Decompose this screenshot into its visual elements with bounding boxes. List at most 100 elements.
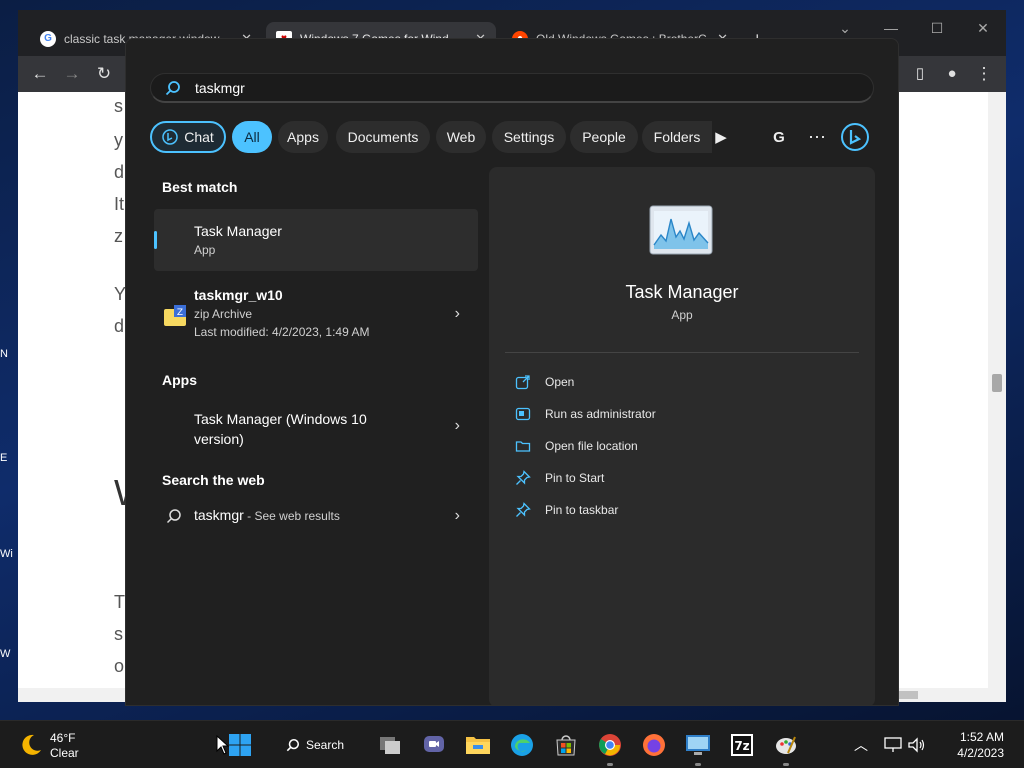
- filter-settings[interactable]: Settings: [492, 121, 566, 153]
- pin-icon: [516, 502, 531, 517]
- network-icon[interactable]: [884, 737, 902, 753]
- filter-documents[interactable]: Documents: [336, 121, 430, 153]
- action-pin-to-start[interactable]: Pin to Start: [515, 467, 604, 489]
- volume-icon[interactable]: [908, 737, 926, 753]
- clock-time[interactable]: 1:52 AM: [960, 730, 1004, 744]
- file-explorer-button[interactable]: [462, 729, 494, 761]
- page-text: d: [114, 316, 125, 336]
- firefox-button[interactable]: [638, 729, 670, 761]
- control-panel-button[interactable]: [682, 729, 714, 766]
- back-icon[interactable]: ←: [28, 62, 52, 86]
- chevron-right-icon[interactable]: ›: [455, 417, 460, 435]
- chrome-button[interactable]: [594, 729, 626, 766]
- edge-icon: [511, 734, 533, 756]
- edge-button[interactable]: [506, 729, 538, 761]
- result-type: zip Archive: [194, 307, 253, 321]
- store-button[interactable]: [550, 729, 582, 761]
- action-pin-to-taskbar[interactable]: Pin to taskbar: [515, 499, 618, 521]
- clock-date[interactable]: 4/2/2023: [957, 746, 1004, 760]
- search-icon: [166, 509, 181, 524]
- action-open[interactable]: Open: [515, 371, 574, 393]
- weather-temp: 46°F: [50, 731, 76, 745]
- search-filters: Chat All Apps Documents Web Settings Peo…: [150, 121, 880, 153]
- search-icon: [286, 738, 300, 752]
- search-web-heading: Search the web: [162, 472, 265, 488]
- chevron-right-icon[interactable]: ›: [455, 507, 460, 525]
- task-manager-app-icon: [649, 205, 713, 255]
- show-hidden-icons-chevron-up-icon[interactable]: ︿: [854, 735, 868, 755]
- folder-icon: [515, 441, 531, 452]
- action-open-file-location[interactable]: Open file location: [515, 435, 638, 457]
- filter-chat[interactable]: Chat: [150, 121, 226, 153]
- desktop-icon-label[interactable]: Wi: [0, 548, 18, 560]
- result-subtitle: App: [194, 243, 216, 257]
- side-panel-icon[interactable]: ▯: [908, 62, 932, 86]
- firefox-icon: [643, 734, 665, 756]
- running-indicator: [695, 763, 701, 766]
- filter-folders[interactable]: Folders: [642, 121, 712, 153]
- maximize-icon[interactable]: ☐: [914, 14, 960, 42]
- chrome-icon: [599, 734, 621, 756]
- vertical-scrollbar[interactable]: [988, 92, 1006, 690]
- profile-icon[interactable]: ●: [940, 62, 964, 86]
- folder-icon: [466, 737, 490, 754]
- results-list: Best match Task Manager App Z taskmgr_w1…: [154, 167, 484, 697]
- monitor-icon: [686, 735, 710, 755]
- running-indicator: [783, 763, 789, 766]
- desktop-icon-label[interactable]: N: [0, 348, 18, 360]
- page-text: d: [114, 162, 125, 182]
- filter-web[interactable]: Web: [436, 121, 486, 153]
- 7zip-button[interactable]: 7z: [726, 729, 758, 761]
- action-label: Pin to taskbar: [545, 503, 619, 517]
- web-suffix: - See web results: [243, 509, 340, 523]
- result-zip-file[interactable]: Z taskmgr_w10 zip Archive Last modified:…: [154, 279, 478, 351]
- action-label: Pin to Start: [545, 471, 605, 485]
- action-run-as-admin[interactable]: Run as administrator: [515, 403, 656, 425]
- filter-chat-label: Chat: [184, 129, 214, 145]
- filter-all[interactable]: All: [232, 121, 272, 153]
- search-input[interactable]: [195, 79, 795, 96]
- bing-logo-icon: [841, 123, 869, 151]
- page-text: s: [114, 96, 123, 116]
- web-result-text: taskmgr - See web results: [194, 507, 340, 523]
- menu-icon[interactable]: ⋮: [972, 62, 996, 86]
- page-text: T: [114, 592, 125, 612]
- result-web-search[interactable]: taskmgr - See web results ›: [154, 495, 478, 537]
- taskbar-search[interactable]: Search: [276, 731, 368, 759]
- desktop-icon-label[interactable]: E: [0, 452, 18, 464]
- svg-text:Z: Z: [177, 308, 183, 318]
- account-icon[interactable]: G: [764, 121, 794, 153]
- pin-icon: [516, 470, 531, 485]
- task-view-button[interactable]: [374, 729, 406, 761]
- running-indicator: [607, 763, 613, 766]
- more-filters-arrow-icon[interactable]: ▶: [706, 121, 736, 153]
- teams-chat-button[interactable]: [418, 729, 450, 761]
- result-title: taskmgr_w10: [194, 287, 283, 303]
- more-options-icon[interactable]: ⋯: [802, 121, 832, 153]
- filter-people[interactable]: People: [570, 121, 638, 153]
- close-window-icon[interactable]: ✕: [960, 14, 1006, 42]
- taskbar: 46°F Clear Search 7z ︿ 1:52 AM 4/2/2023: [0, 720, 1024, 768]
- result-task-manager-w10[interactable]: Task Manager (Windows 10 version) ›: [154, 399, 478, 457]
- moon-icon: [22, 734, 41, 755]
- forward-icon[interactable]: →: [60, 62, 84, 86]
- weather-widget[interactable]: 46°F Clear: [18, 729, 98, 761]
- filter-apps[interactable]: Apps: [278, 121, 328, 153]
- paint-button[interactable]: [770, 729, 802, 766]
- bing-icon[interactable]: [840, 121, 870, 153]
- result-task-manager[interactable]: Task Manager App: [154, 209, 478, 271]
- apps-heading: Apps: [162, 372, 197, 388]
- search-icon: [165, 80, 180, 95]
- search-box[interactable]: [150, 73, 874, 103]
- action-label: Open: [545, 375, 575, 389]
- scrollbar-thumb[interactable]: [992, 374, 1002, 392]
- desktop-icon-label[interactable]: W: [0, 648, 18, 660]
- page-text: z: [114, 226, 123, 246]
- system-tray: ︿ 1:52 AM 4/2/2023: [854, 721, 1024, 768]
- svg-text:7z: 7z: [734, 739, 749, 753]
- detail-type: App: [671, 308, 693, 322]
- reload-icon[interactable]: ↻: [92, 62, 116, 86]
- detail-pane: Task Manager App Open Run as administrat…: [489, 167, 875, 705]
- result-title: Task Manager: [194, 223, 282, 239]
- chevron-right-icon[interactable]: ›: [455, 305, 460, 323]
